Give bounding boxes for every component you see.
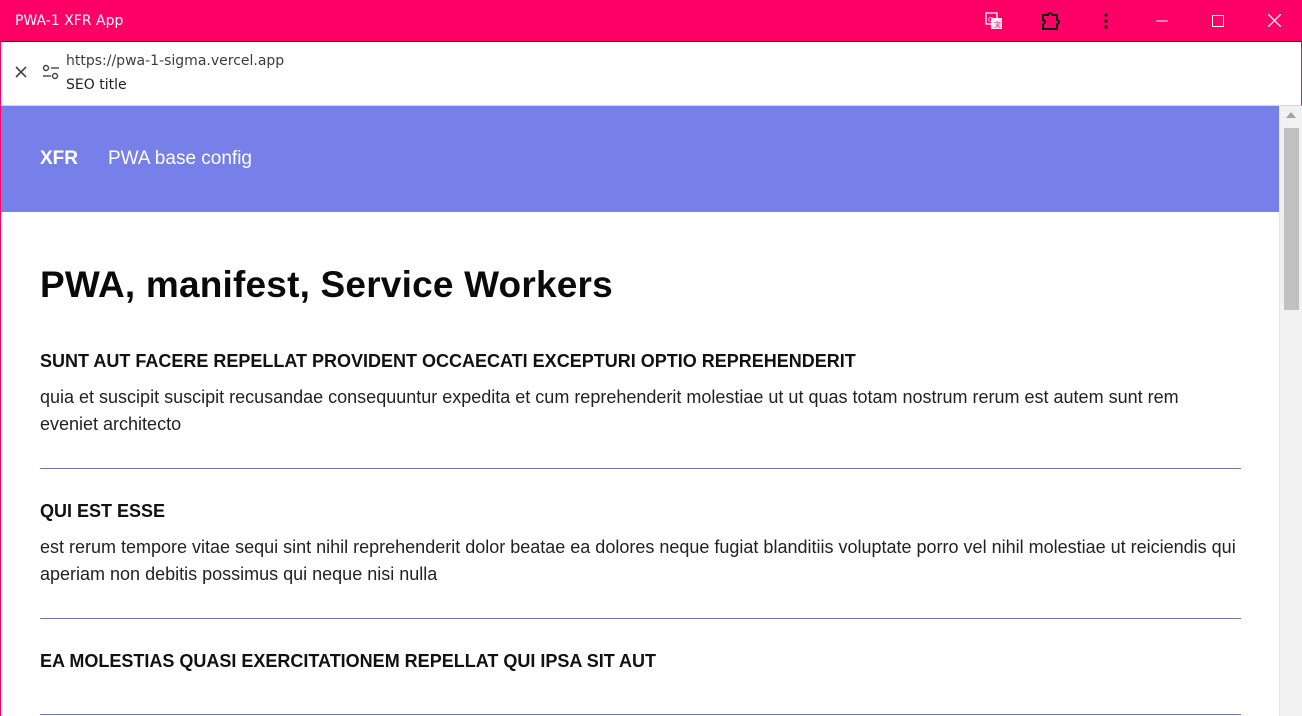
extension-icon (1039, 10, 1061, 32)
list-item: EA MOLESTIAS QUASI EXERCITATIONEM REPELL… (40, 650, 1241, 715)
site-logo[interactable]: XFR (40, 148, 78, 170)
minimize-button[interactable] (1134, 0, 1190, 42)
vertical-scrollbar[interactable] (1279, 106, 1302, 716)
svg-text:G: G (988, 16, 993, 24)
main-content: PWA, manifest, Service Workers SUNT AUT … (40, 212, 1241, 716)
post-title: QUI EST ESSE (40, 501, 166, 521)
translate-button[interactable]: G 文 (966, 0, 1022, 42)
app-address-bar: https://pwa-1-sigma.vercel.app SEO title (0, 42, 1302, 106)
list-item: SUNT AUT FACERE REPELLAT PROVIDENT OCCAE… (40, 350, 1241, 469)
close-icon (15, 65, 27, 83)
scroll-up-arrow[interactable] (1286, 112, 1296, 118)
nav-link-pwa-config[interactable]: PWA base config (108, 148, 252, 170)
close-bar-button[interactable] (11, 64, 31, 84)
list-item: QUI EST ESSE est rerum tempore vitae seq… (40, 500, 1241, 619)
scrollbar-thumb[interactable] (1284, 128, 1299, 310)
site-settings-button[interactable] (41, 64, 61, 84)
window-title: PWA-1 XFR App (15, 12, 124, 29)
translate-icon: G 文 (985, 11, 1003, 30)
post-title: SUNT AUT FACERE REPELLAT PROVIDENT OCCAE… (40, 351, 856, 371)
site-header: XFR PWA base config (1, 106, 1279, 212)
post-body: est rerum tempore vitae sequi sint nihil… (40, 537, 1236, 584)
close-window-button[interactable] (1246, 0, 1302, 42)
extensions-button[interactable] (1022, 0, 1078, 42)
more-options-button[interactable] (1078, 0, 1134, 42)
page-url: https://pwa-1-sigma.vercel.app (66, 53, 285, 69)
post-list: SUNT AUT FACERE REPELLAT PROVIDENT OCCAE… (40, 350, 1241, 715)
minimize-icon (1156, 15, 1168, 27)
page-viewport: XFR PWA base config PWA, manifest, Servi… (0, 106, 1302, 716)
window-titlebar: PWA-1 XFR App G 文 (0, 0, 1302, 42)
more-options-icon (1103, 12, 1109, 30)
maximize-icon (1212, 14, 1224, 27)
page-title: SEO title (66, 77, 127, 93)
svg-text:文: 文 (994, 20, 1001, 29)
page-heading: PWA, manifest, Service Workers (40, 264, 613, 305)
close-icon (1267, 14, 1281, 27)
post-body: quia et suscipit suscipit recusandae con… (40, 387, 1179, 434)
tune-icon (42, 64, 60, 85)
maximize-button[interactable] (1190, 0, 1246, 42)
post-title: EA MOLESTIAS QUASI EXERCITATIONEM REPELL… (40, 651, 657, 671)
